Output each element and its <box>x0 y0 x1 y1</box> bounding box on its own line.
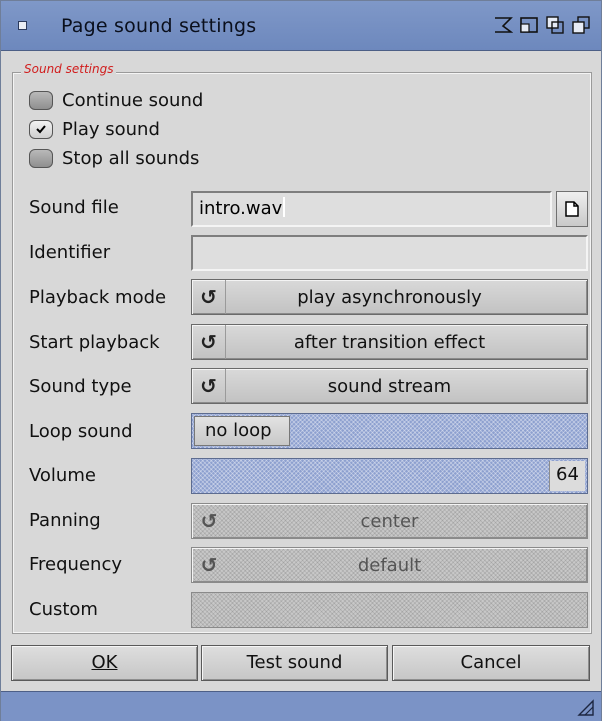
depth-back-icon[interactable] <box>545 15 565 35</box>
playback-mode-label: Playback mode <box>29 287 167 308</box>
panning-value: center <box>360 510 419 532</box>
page-sound-settings-window: Page sound settings Sound settings Conti… <box>0 0 602 721</box>
custom-label: Custom <box>29 599 98 620</box>
start-playback-cycle[interactable]: ↺ after transition effect <box>191 324 588 360</box>
text-cursor <box>283 197 286 217</box>
sound-type-label: Sound type <box>29 376 132 397</box>
cycle-icon: ↺ <box>192 369 226 403</box>
sound-type-cycle[interactable]: ↺ sound stream <box>191 368 588 404</box>
close-icon[interactable] <box>11 14 33 36</box>
cancel-button[interactable]: Cancel <box>392 645 590 681</box>
frequency-value: default <box>357 554 422 576</box>
custom-input <box>191 592 588 628</box>
resize-icon[interactable] <box>577 699 595 717</box>
group-title: Sound settings <box>21 62 117 76</box>
title-bar-gadgets <box>493 15 591 35</box>
depth-front-icon[interactable] <box>571 15 591 35</box>
playback-mode-value: play asynchronously <box>297 286 482 308</box>
play-sound-option[interactable]: Play sound <box>29 116 160 142</box>
identifier-label: Identifier <box>29 242 111 263</box>
loop-sound-label: Loop sound <box>29 421 133 442</box>
checkmark-icon <box>36 125 46 134</box>
cycle-icon: ↺ <box>200 509 218 533</box>
start-playback-label: Start playback <box>29 332 160 353</box>
play-sound-checkbox[interactable] <box>29 119 53 139</box>
cycle-icon: ↺ <box>200 553 218 577</box>
volume-label: Volume <box>29 465 96 486</box>
frequency-cycle: ↺ default <box>191 547 588 583</box>
loop-sound-slider[interactable]: no loop <box>191 413 588 449</box>
play-sound-label: Play sound <box>62 118 160 140</box>
stop-all-sounds-checkbox[interactable] <box>29 148 53 168</box>
volume-knob[interactable]: 64 <box>549 461 585 491</box>
window-title: Page sound settings <box>61 15 257 37</box>
test-sound-button[interactable]: Test sound <box>201 645 388 681</box>
sound-file-value: intro.wav <box>199 198 283 219</box>
panning-label: Panning <box>29 510 101 531</box>
cancel-label: Cancel <box>460 652 522 673</box>
cycle-icon: ↺ <box>192 325 226 359</box>
iconify-icon[interactable] <box>493 15 513 35</box>
stop-all-sounds-option[interactable]: Stop all sounds <box>29 145 199 171</box>
frequency-label: Frequency <box>29 554 122 575</box>
playback-mode-cycle[interactable]: ↺ play asynchronously <box>191 279 588 315</box>
zoom-icon[interactable] <box>519 15 539 35</box>
title-bar[interactable]: Page sound settings <box>1 1 601 51</box>
start-playback-value: after transition effect <box>293 331 486 353</box>
identifier-input[interactable] <box>191 235 588 271</box>
continue-sound-option[interactable]: Continue sound <box>29 87 203 113</box>
test-sound-label: Test sound <box>246 652 343 673</box>
file-requester-icon <box>565 201 579 217</box>
ok-label: OK <box>91 652 118 673</box>
file-requester-button[interactable] <box>556 191 588 227</box>
loop-sound-knob[interactable]: no loop <box>194 416 290 446</box>
cycle-icon: ↺ <box>192 280 226 314</box>
continue-sound-checkbox[interactable] <box>29 90 53 110</box>
continue-sound-label: Continue sound <box>62 89 204 111</box>
sound-file-input[interactable]: intro.wav <box>191 191 552 227</box>
sound-file-label: Sound file <box>29 197 119 218</box>
stop-all-sounds-label: Stop all sounds <box>62 147 200 169</box>
ok-button[interactable]: OK <box>11 645 198 681</box>
volume-slider[interactable]: 64 <box>191 458 588 494</box>
panning-cycle: ↺ center <box>191 503 588 539</box>
status-bar <box>1 691 601 721</box>
sound-type-value: sound stream <box>327 375 452 397</box>
